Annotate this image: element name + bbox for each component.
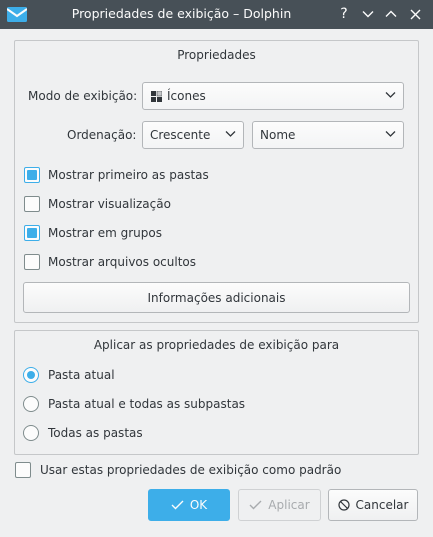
all-folders-label[interactable]: Todas as pastas: [48, 426, 143, 440]
cancel-icon: [337, 499, 350, 511]
show-folders-first-checkbox[interactable]: [24, 167, 40, 183]
dolphin-app-icon: [7, 7, 27, 22]
all-folders-radio[interactable]: [23, 425, 39, 441]
cancel-button[interactable]: Cancelar: [328, 489, 418, 521]
view-mode-combobox[interactable]: Ícones: [142, 82, 404, 110]
window-title: Propriedades de exibição – Dolphin: [71, 6, 292, 21]
help-icon: ?: [340, 6, 348, 22]
use-as-default-label[interactable]: Usar estas propriedades de exibição como…: [40, 463, 341, 477]
check-icon: [171, 500, 184, 510]
current-folder-label[interactable]: Pasta atual: [48, 368, 115, 382]
ok-button[interactable]: OK: [148, 489, 230, 521]
icons-view-icon: [151, 91, 162, 102]
show-in-groups-label[interactable]: Mostrar em grupos: [48, 226, 162, 240]
apply-group-title: Aplicar as propriedades de exibição para: [93, 338, 340, 352]
sort-order-value: Crescente: [150, 128, 211, 142]
show-in-groups-checkbox[interactable]: [24, 225, 40, 241]
view-mode-label: Modo de exibição:: [28, 89, 138, 103]
chevron-down-icon: [385, 92, 396, 98]
additional-info-label: Informações adicionais: [147, 290, 286, 305]
chevron-down-icon: [385, 131, 396, 137]
maximize-button[interactable]: [382, 5, 400, 23]
current-folder-radio[interactable]: [23, 367, 39, 383]
use-as-default-checkbox[interactable]: [15, 462, 31, 478]
help-button[interactable]: ?: [335, 5, 353, 23]
sort-by-value: Nome: [260, 128, 296, 142]
ok-label: OK: [189, 498, 208, 512]
apply-button[interactable]: Aplicar: [238, 489, 321, 521]
chevron-down-icon: [225, 131, 236, 137]
show-hidden-files-label[interactable]: Mostrar arquivos ocultos: [48, 255, 196, 269]
sort-by-combobox[interactable]: Nome: [252, 121, 404, 149]
show-preview-checkbox[interactable]: [24, 196, 40, 212]
show-hidden-files-checkbox[interactable]: [24, 254, 40, 270]
chevron-down-icon: [362, 11, 374, 18]
apply-label: Aplicar: [268, 498, 310, 512]
chevron-up-icon: [385, 10, 397, 17]
view-mode-value: Ícones: [167, 89, 206, 103]
current-and-subfolders-label[interactable]: Pasta atual e todas as subpastas: [48, 397, 245, 411]
sorting-label: Ordenação:: [67, 128, 137, 142]
show-preview-label[interactable]: Mostrar visualização: [48, 197, 171, 211]
close-button[interactable]: [406, 5, 424, 23]
current-and-subfolders-radio[interactable]: [23, 396, 39, 412]
properties-group-title: Propriedades: [177, 48, 256, 62]
additional-info-button[interactable]: Informações adicionais: [23, 282, 410, 313]
check-icon: [249, 500, 262, 510]
title-bar: Propriedades de exibição – Dolphin ?: [0, 0, 433, 29]
cancel-label: Cancelar: [355, 498, 409, 512]
close-icon: [410, 9, 420, 19]
show-folders-first-label[interactable]: Mostrar primeiro as pastas: [48, 168, 209, 182]
sort-order-combobox[interactable]: Crescente: [142, 121, 244, 149]
minimize-button[interactable]: [359, 5, 377, 23]
